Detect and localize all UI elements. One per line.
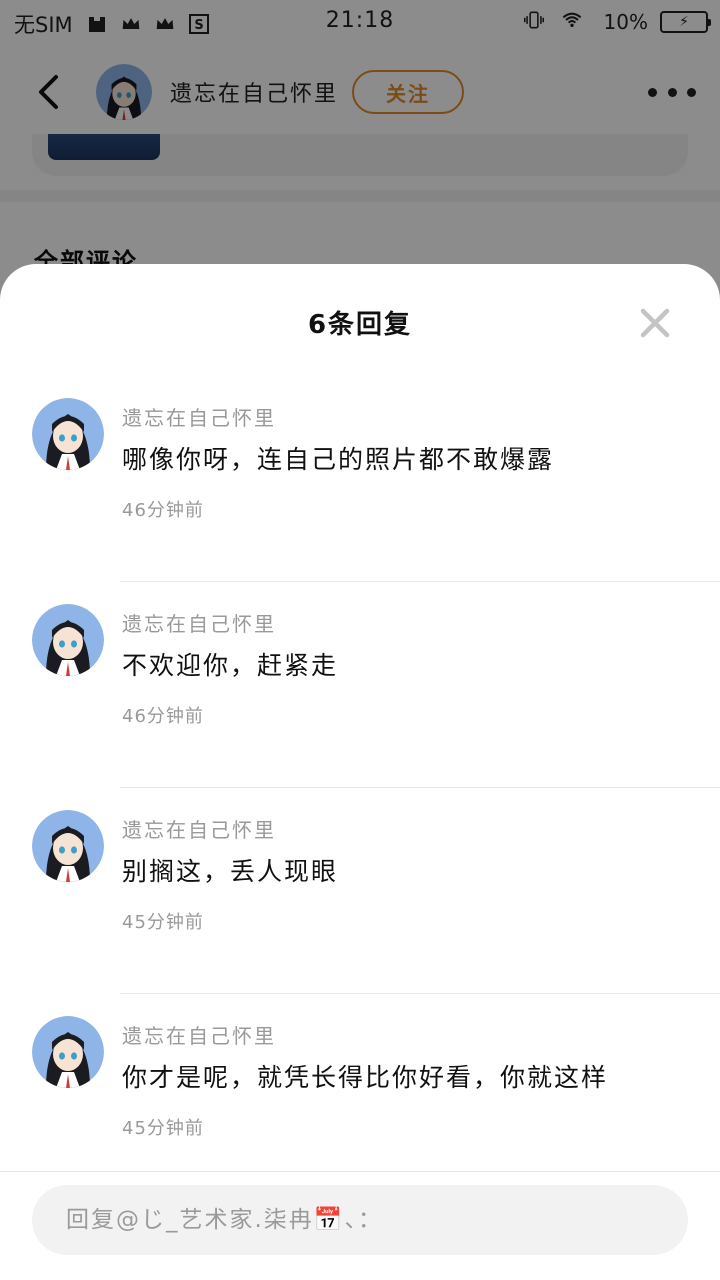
avatar[interactable] [32, 810, 104, 882]
reply-list: 遗忘在自己怀里 哪像你呀，连自己的照片都不敢爆露 46分钟前 遗忘在自己怀里 不… [0, 376, 720, 1172]
reply-item[interactable]: 遗忘在自己怀里 别搁这，丢人现眼 45分钟前 [0, 788, 720, 994]
close-button[interactable] [638, 306, 672, 340]
reply-text: 你才是呢，就凭长得比你好看，你就这样 [122, 1063, 609, 1092]
reply-item[interactable]: 遗忘在自己怀里 不欢迎你，赶紧走 46分钟前 [0, 582, 720, 788]
reply-item[interactable]: 遗忘在自己怀里 你才是呢，就凭长得比你好看，你就这样 45分钟前 [0, 994, 720, 1172]
reply-time: 46分钟前 [122, 500, 204, 521]
reply-item[interactable]: 遗忘在自己怀里 哪像你呀，连自己的照片都不敢爆露 46分钟前 [0, 376, 720, 582]
reply-author[interactable]: 遗忘在自己怀里 [122, 402, 276, 431]
replies-sheet: 6条回复 遗忘在自己怀里 哪像你呀，连自己的照片都不敢爆露 46分钟前 遗忘在自… [0, 264, 720, 1280]
reply-time: 45分钟前 [122, 912, 204, 933]
reply-text: 别搁这，丢人现眼 [122, 857, 339, 886]
reply-time: 46分钟前 [122, 706, 204, 727]
avatar[interactable] [32, 1016, 104, 1088]
reply-text: 哪像你呀，连自己的照片都不敢爆露 [122, 445, 555, 474]
reply-author[interactable]: 遗忘在自己怀里 [122, 608, 276, 637]
reply-time: 45分钟前 [122, 1118, 204, 1139]
reply-input[interactable] [32, 1185, 688, 1255]
avatar[interactable] [32, 398, 104, 470]
reply-text: 不欢迎你，赶紧走 [122, 651, 339, 680]
close-icon [640, 308, 670, 338]
reply-author[interactable]: 遗忘在自己怀里 [122, 814, 276, 843]
sheet-title: 6条回复 [307, 310, 413, 340]
reply-author[interactable]: 遗忘在自己怀里 [122, 1020, 276, 1049]
divider [0, 1171, 720, 1172]
avatar[interactable] [32, 604, 104, 676]
